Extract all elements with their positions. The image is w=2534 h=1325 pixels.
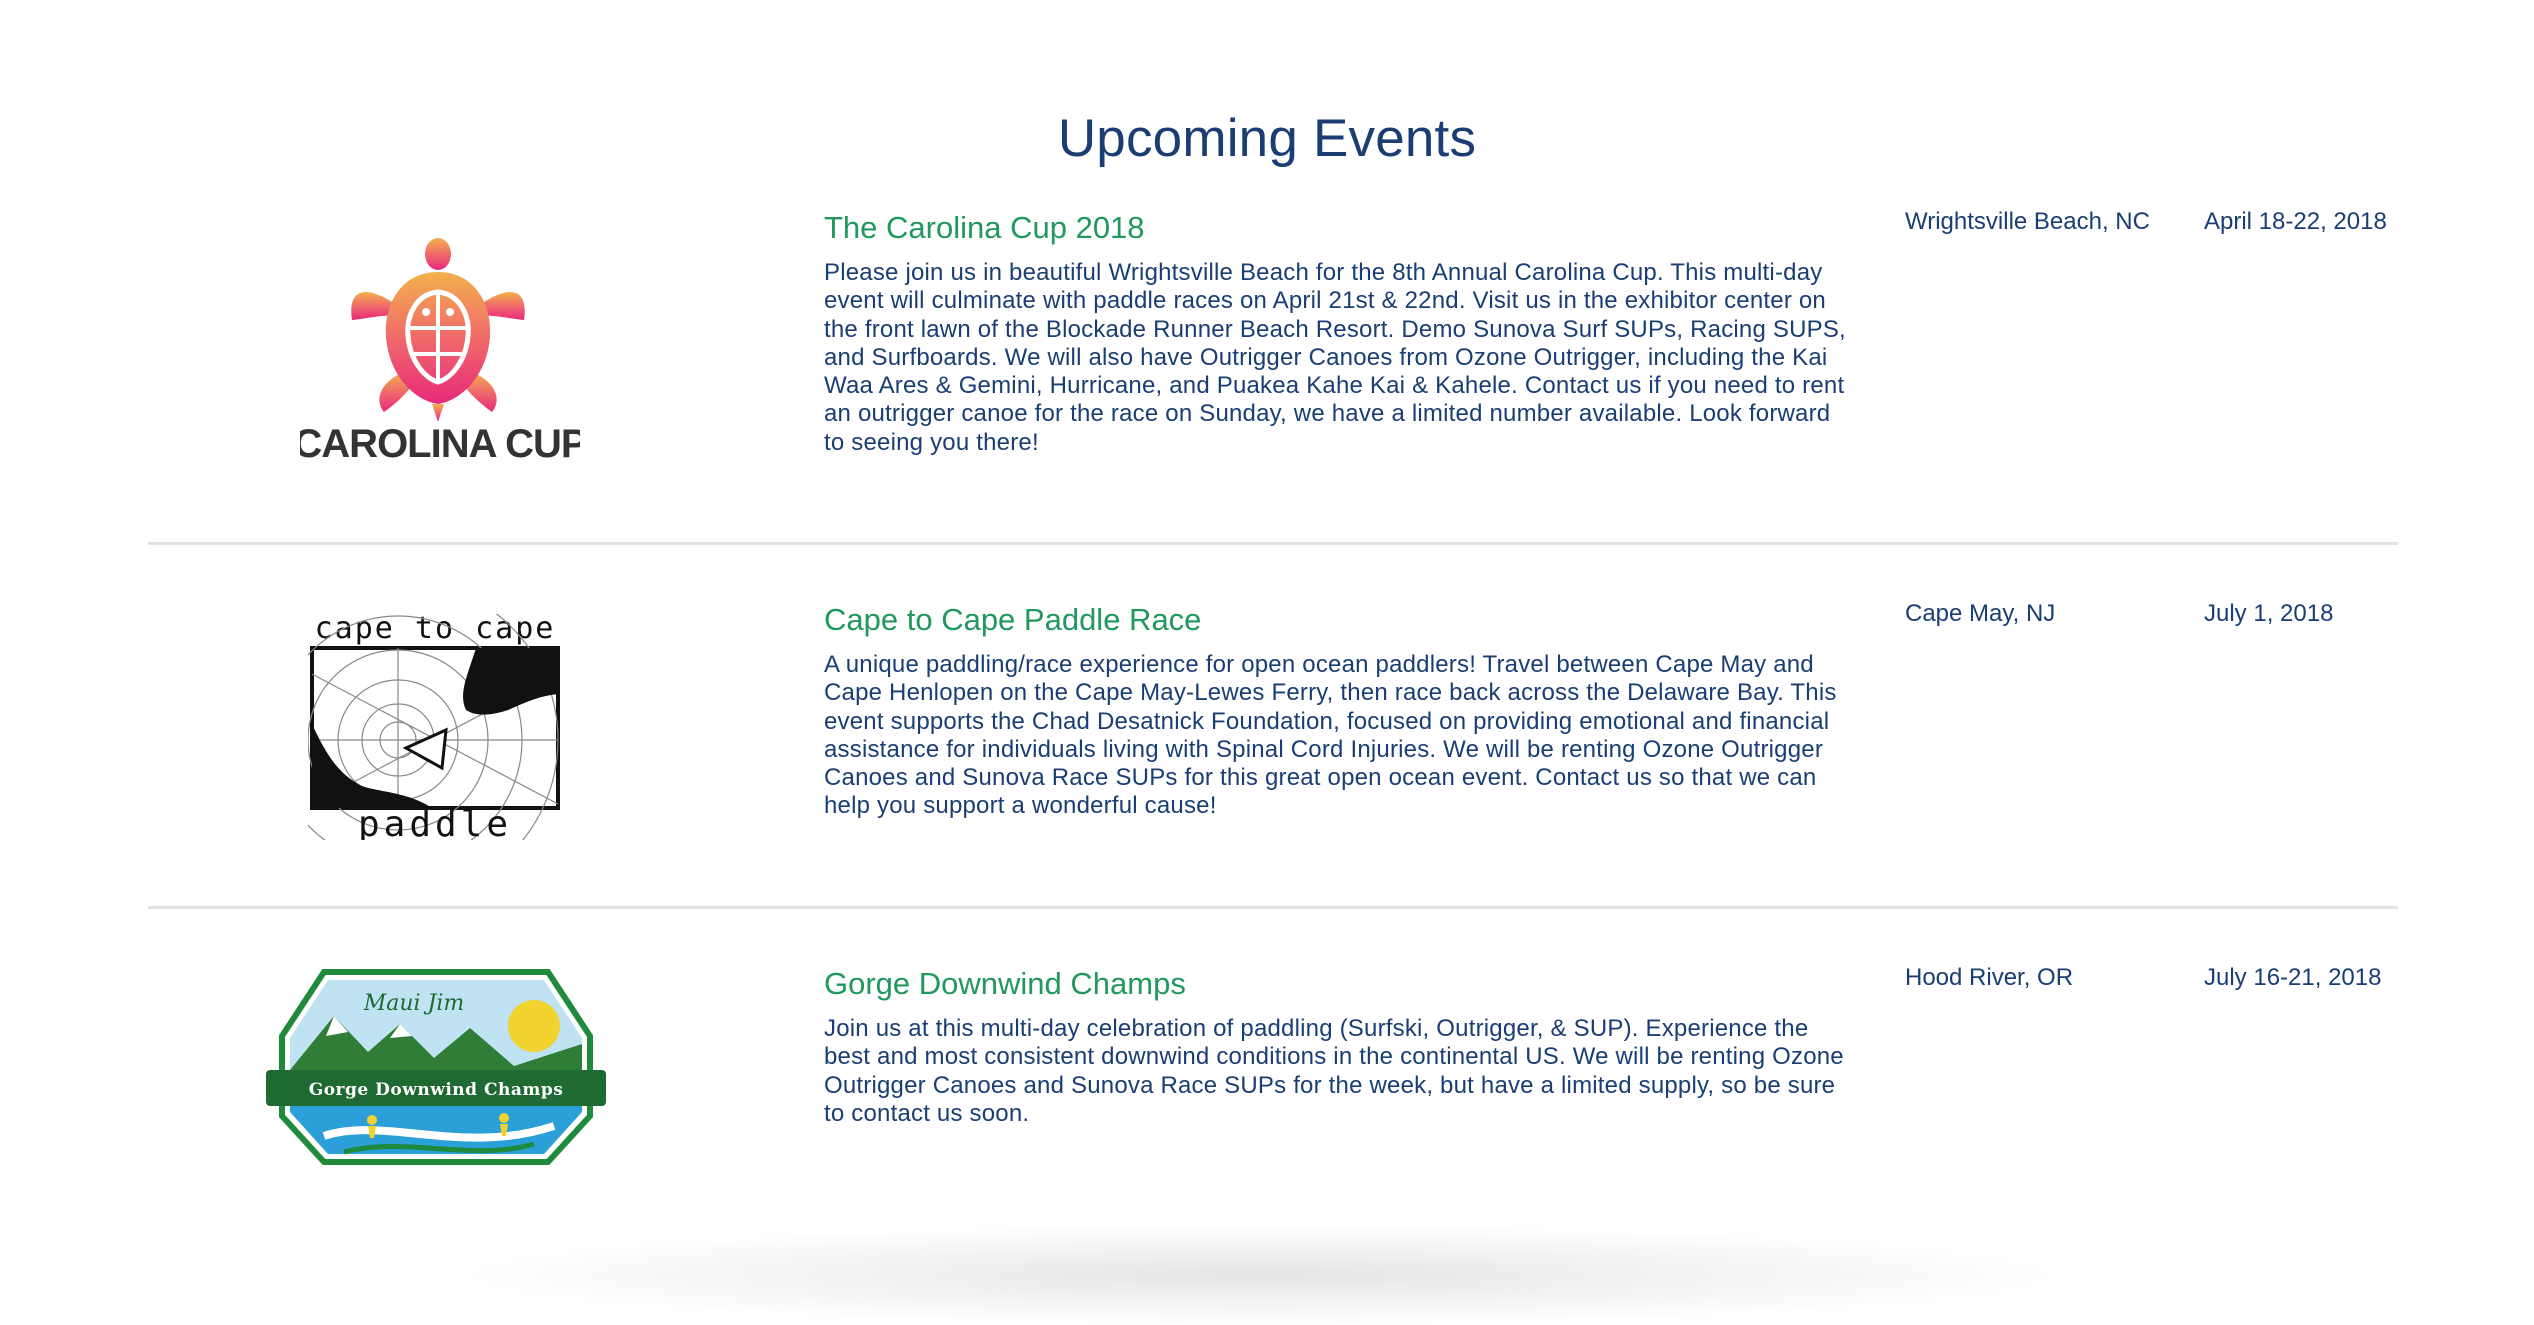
gorge-downwind-banner-text: Gorge Downwind Champs xyxy=(309,1080,564,1100)
carolina-cup-logo[interactable]: CAROLINA CUP xyxy=(293,232,588,466)
cape-to-cape-logo[interactable]: cape to cape paddle xyxy=(237,579,562,901)
event-description: Please join us in beautiful Wrightsville… xyxy=(824,259,1846,456)
divider xyxy=(148,542,2398,545)
event-date: July 16-21, 2018 xyxy=(2204,964,2382,991)
event-location: Hood River, OR xyxy=(1905,964,2074,991)
maui-jim-logo-text: Maui Jim xyxy=(363,991,465,1016)
cape-map-icon: cape to cape paddle xyxy=(237,579,560,901)
cape-to-cape-logo-bottom-text: paddle xyxy=(358,804,512,840)
footer-shadow xyxy=(470,1225,2050,1325)
event-location: Cape May, NJ xyxy=(1905,600,2056,627)
mountains-river-icon: Maui Jim Gorge Downwind Champs xyxy=(266,969,606,1165)
event-description: Join us at this multi-day celebration of… xyxy=(824,1015,1844,1127)
cape-to-cape-logo-top-text: cape to cape xyxy=(315,614,556,646)
sea-turtle-icon: CAROLINA CUP xyxy=(293,238,588,466)
event-date: April 18-22, 2018 xyxy=(2204,208,2387,235)
event-date: July 1, 2018 xyxy=(2204,600,2334,627)
event-title[interactable]: The Carolina Cup 2018 xyxy=(824,210,1145,246)
carolina-cup-logo-text: CAROLINA CUP xyxy=(300,422,580,464)
event-title[interactable]: Cape to Cape Paddle Race xyxy=(824,602,1201,638)
page-title: Upcoming Events xyxy=(1057,109,1477,168)
event-location: Wrightsville Beach, NC xyxy=(1905,208,2150,235)
event-description: A unique paddling/race experience for op… xyxy=(824,651,1837,820)
gorge-downwind-champs-logo[interactable]: Maui Jim Gorge Downwind Champs xyxy=(264,966,608,1166)
divider xyxy=(148,906,2398,909)
event-title[interactable]: Gorge Downwind Champs xyxy=(824,966,1186,1002)
